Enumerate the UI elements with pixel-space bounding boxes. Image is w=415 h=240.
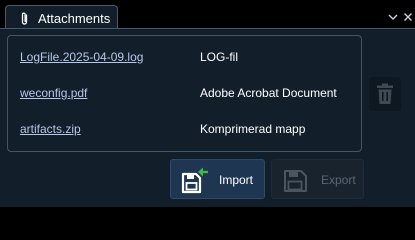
import-icon — [181, 167, 208, 194]
file-type: LOG-fil — [200, 50, 239, 64]
file-link[interactable]: weconfig.pdf — [20, 86, 87, 100]
chevron-down-icon[interactable] — [387, 11, 399, 23]
list-item[interactable]: weconfig.pdf Adobe Acrobat Document — [8, 86, 361, 104]
tab-attachments[interactable]: Attachments — [5, 5, 118, 29]
file-link[interactable]: artifacts.zip — [20, 122, 81, 136]
attachments-panel: LogFile.2025-04-09.log LOG-fil weconfig.… — [0, 28, 415, 207]
import-button[interactable]: Import — [170, 159, 265, 199]
import-label: Import — [219, 173, 254, 187]
list-item[interactable]: LogFile.2025-04-09.log LOG-fil — [8, 50, 361, 68]
list-item[interactable]: artifacts.zip Komprimerad mapp — [8, 122, 361, 140]
paperclip-icon — [21, 12, 28, 25]
file-type: Komprimerad mapp — [200, 122, 306, 136]
export-label: Export — [321, 173, 356, 187]
file-link[interactable]: LogFile.2025-04-09.log — [20, 50, 143, 64]
trash-icon — [377, 83, 393, 104]
close-icon[interactable] — [402, 11, 414, 23]
export-button[interactable]: Export — [271, 159, 364, 199]
delete-attachment-button[interactable] — [369, 77, 401, 111]
attachment-list: LogFile.2025-04-09.log LOG-fil weconfig.… — [7, 35, 362, 152]
export-icon — [284, 170, 307, 192]
tab-label: Attachments — [38, 11, 111, 26]
file-type: Adobe Acrobat Document — [200, 86, 337, 100]
